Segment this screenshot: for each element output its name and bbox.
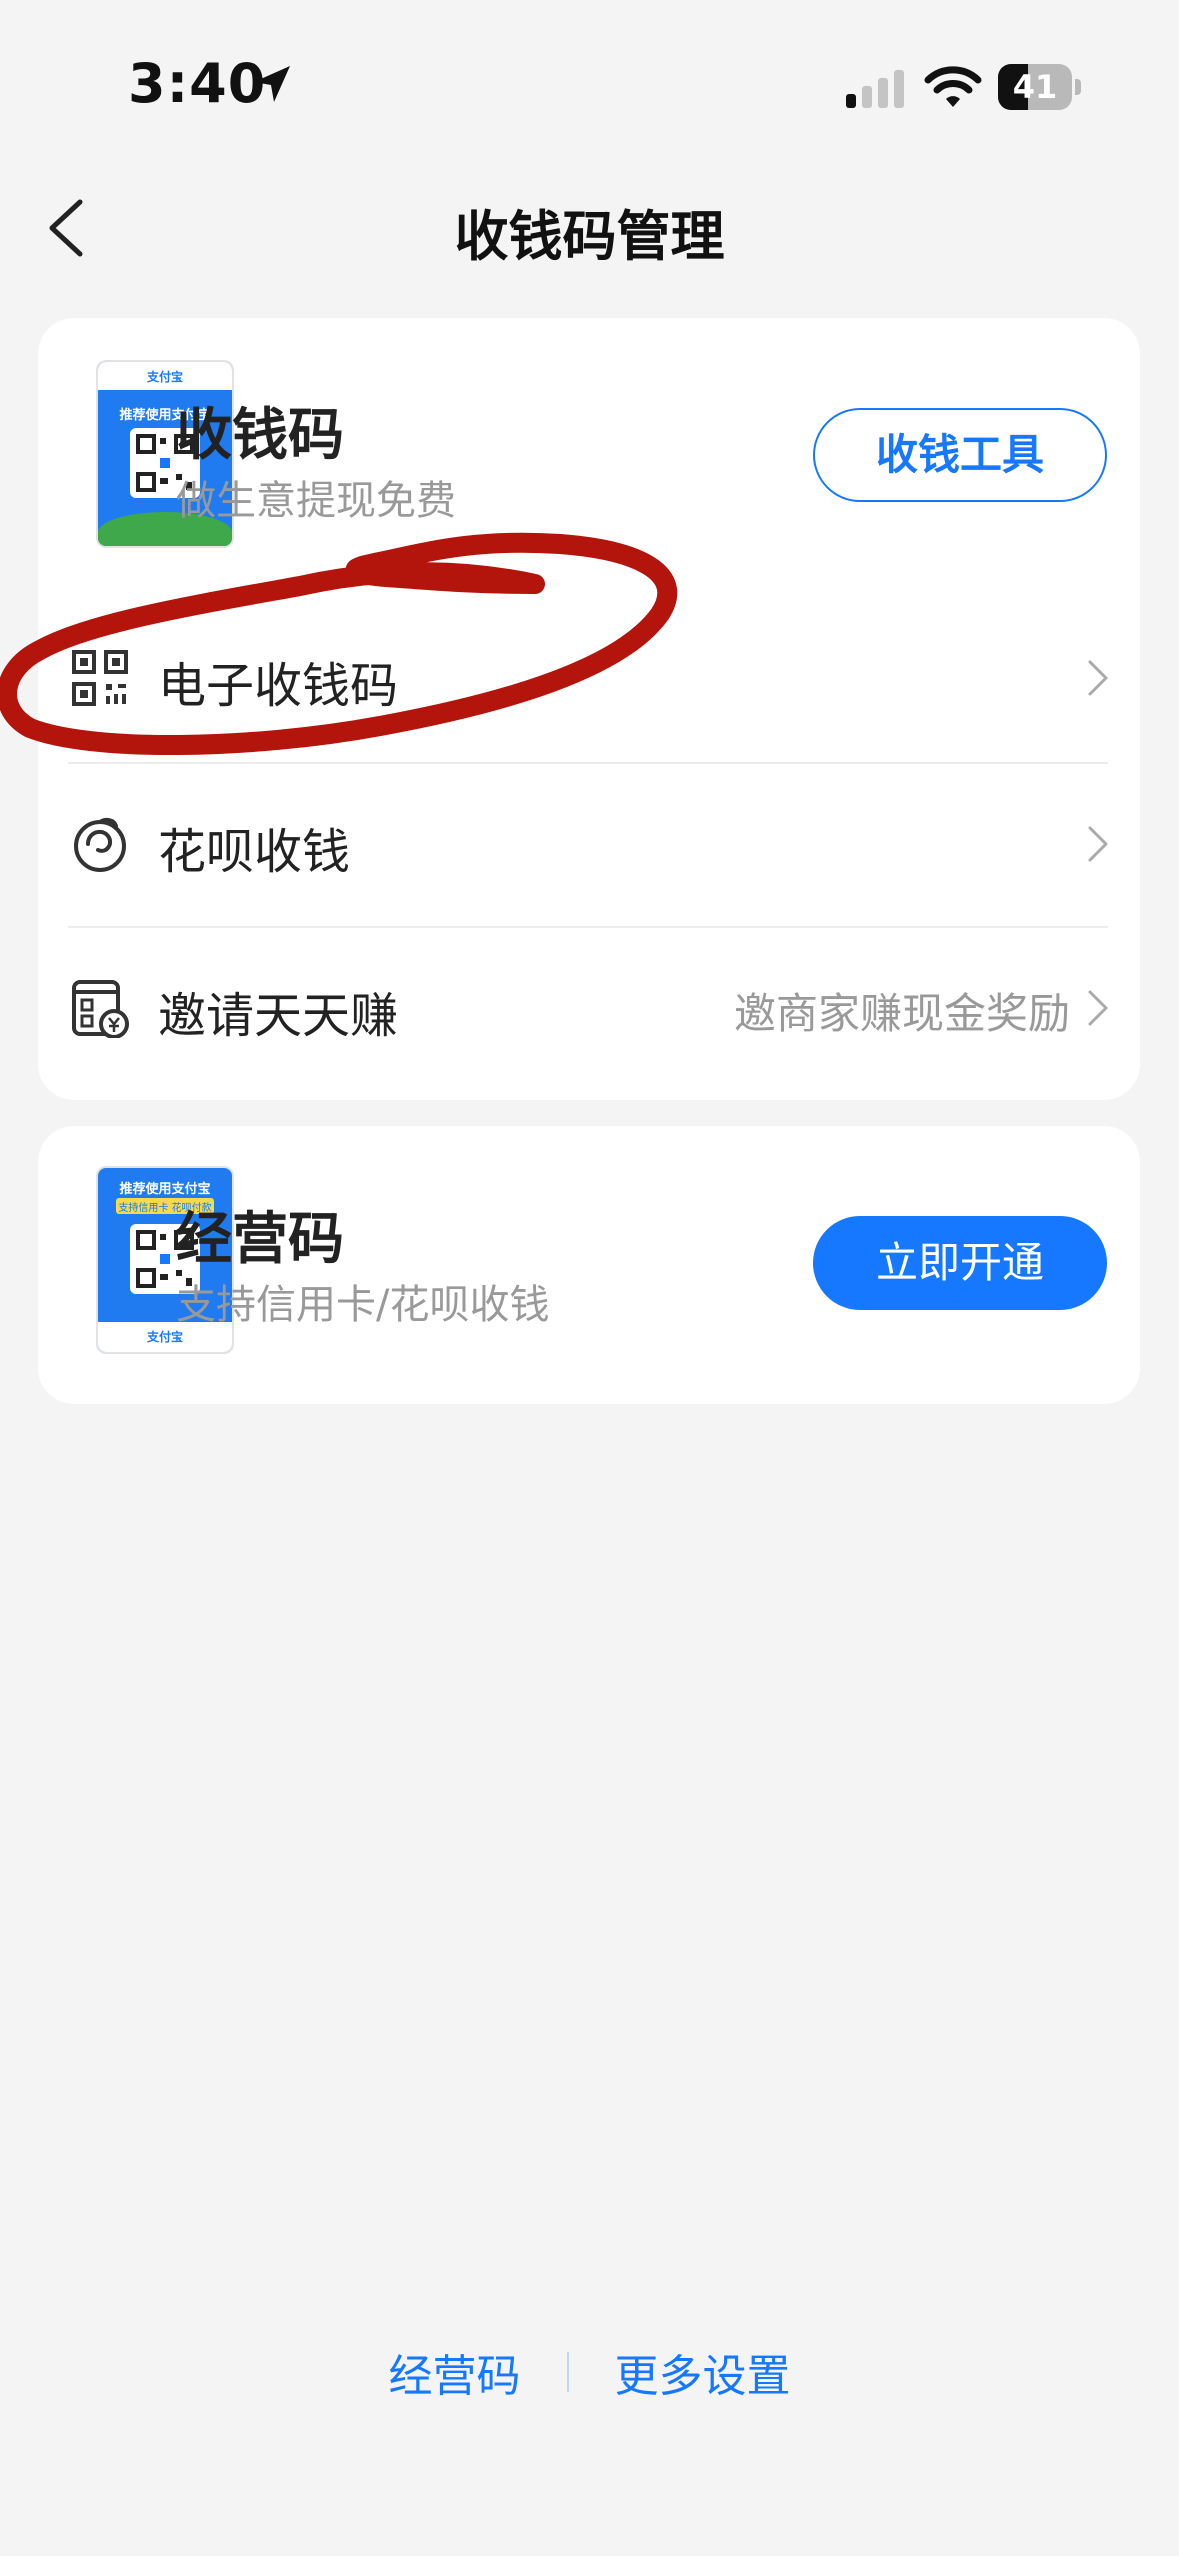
signal-icon	[846, 70, 904, 108]
page-title: 收钱码管理	[454, 205, 725, 268]
footer-divider	[566, 2352, 569, 2392]
chevron-right-icon	[1088, 826, 1108, 862]
location-arrow-icon	[254, 66, 290, 102]
invite-earn-icon	[72, 980, 129, 1038]
row-label: 邀请天天赚	[158, 988, 399, 1044]
activate-now-button[interactable]: 立即开通	[813, 1216, 1107, 1310]
qr-code-title: 收钱码	[176, 403, 344, 468]
status-time: 3:40	[128, 52, 267, 115]
thumb-brand: 支付宝	[146, 1330, 183, 1344]
thumb-brand: 支付宝	[146, 370, 183, 384]
chevron-right-icon	[1088, 990, 1108, 1026]
footer-business-code-link[interactable]: 经营码	[389, 2340, 521, 2404]
row-huabei-collect[interactable]: 花呗收钱	[38, 760, 1140, 924]
footer-more-settings-link[interactable]: 更多设置	[615, 2340, 791, 2404]
row-note: 邀商家赚现金奖励	[733, 989, 1070, 1038]
collection-tools-button[interactable]: 收钱工具	[813, 408, 1107, 502]
battery-level: 41	[1012, 68, 1058, 106]
wifi-icon	[924, 66, 982, 107]
business-code-subtitle: 支持信用卡/花呗收钱	[176, 1282, 550, 1328]
huabei-icon	[74, 817, 126, 872]
chevron-right-icon	[1088, 660, 1108, 696]
footer-links: 经营码 更多设置	[0, 2340, 1179, 2402]
red-circle-annotation	[0, 532, 678, 756]
battery-icon: 41	[998, 64, 1082, 110]
business-code-card: 推荐使用支付宝 支持信用卡 花呗付款 支付宝 经营码 支持信用卡/花呗收钱 立即…	[38, 1126, 1140, 1404]
business-code-title: 经营码	[176, 1207, 344, 1272]
row-label: 花呗收钱	[158, 824, 351, 880]
row-invite-earn[interactable]: 邀请天天赚 邀商家赚现金奖励	[38, 924, 1140, 1088]
qr-code-subtitle: 做生意提现免费	[176, 478, 456, 524]
